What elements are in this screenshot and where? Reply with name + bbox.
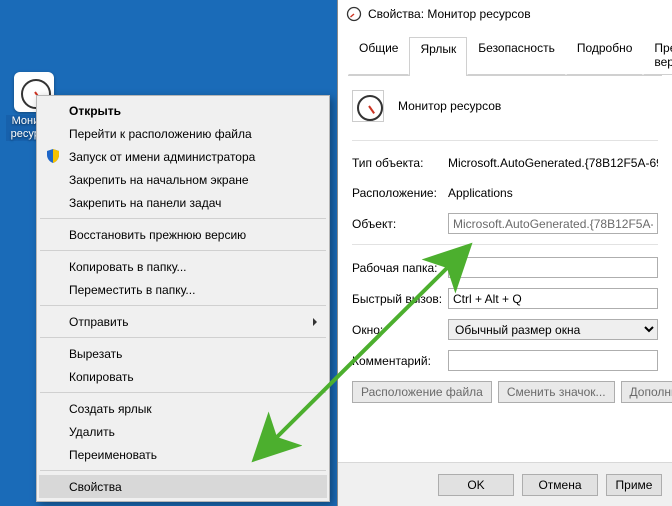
menu-create-shortcut[interactable]: Создать ярлык	[39, 397, 327, 420]
menu-run-as-admin[interactable]: Запуск от имени администратора	[39, 145, 327, 168]
gauge-icon	[346, 6, 362, 22]
hotkey-field[interactable]	[448, 288, 658, 309]
menu-open[interactable]: Открыть	[39, 99, 327, 122]
label-target: Объект:	[352, 217, 448, 231]
shortcut-name: Монитор ресурсов	[398, 99, 501, 113]
window-mode-select[interactable]: Обычный размер окна	[448, 319, 658, 340]
menu-separator	[40, 305, 326, 306]
shield-icon	[45, 148, 61, 164]
tab-general[interactable]: Общие	[348, 36, 409, 75]
menu-pin-taskbar[interactable]: Закрепить на панели задач	[39, 191, 327, 214]
change-icon-button[interactable]: Сменить значок...	[498, 381, 615, 403]
menu-separator	[40, 250, 326, 251]
menu-move-to[interactable]: Переместить в папку...	[39, 278, 327, 301]
menu-copy[interactable]: Копировать	[39, 365, 327, 388]
titlebar[interactable]: Свойства: Монитор ресурсов	[338, 0, 672, 28]
menu-separator	[40, 392, 326, 393]
menu-send-to[interactable]: Отправить	[39, 310, 327, 333]
menu-separator	[40, 470, 326, 471]
divider	[352, 244, 658, 245]
tab-shortcut[interactable]: Ярлык	[409, 37, 467, 76]
menu-delete[interactable]: Удалить	[39, 420, 327, 443]
menu-properties[interactable]: Свойства	[39, 475, 327, 498]
workdir-field[interactable]	[448, 257, 658, 278]
menu-open-location[interactable]: Перейти к расположению файла	[39, 122, 327, 145]
file-location-button[interactable]: Расположение файла	[352, 381, 492, 403]
label-location: Расположение:	[352, 186, 448, 200]
label-window: Окно:	[352, 323, 448, 337]
menu-copy-to[interactable]: Копировать в папку...	[39, 255, 327, 278]
menu-rename[interactable]: Переименовать	[39, 443, 327, 466]
menu-separator	[40, 337, 326, 338]
label-comment: Комментарий:	[352, 354, 448, 368]
value-object-type: Microsoft.AutoGenerated.{78B12F5A-699E-B…	[448, 156, 658, 170]
dialog-footer: OK Отмена Приме	[338, 462, 672, 506]
tab-security[interactable]: Безопасность	[467, 36, 566, 75]
target-field[interactable]	[448, 213, 658, 234]
menu-restore-previous[interactable]: Восстановить прежнюю версию	[39, 223, 327, 246]
properties-window: Свойства: Монитор ресурсов Общие Ярлык Б…	[337, 0, 672, 506]
tab-strip: Общие Ярлык Безопасность Подробно Предыд…	[348, 36, 662, 76]
menu-cut[interactable]: Вырезать	[39, 342, 327, 365]
context-menu: Открыть Перейти к расположению файла Зап…	[36, 95, 330, 502]
label-hotkey: Быстрый вызов:	[352, 292, 448, 306]
cancel-button[interactable]: Отмена	[522, 474, 598, 496]
advanced-button[interactable]: Дополнительно	[621, 381, 672, 403]
label-workdir: Рабочая папка:	[352, 261, 448, 275]
menu-separator	[40, 218, 326, 219]
tab-previous[interactable]: Предыдущие вер	[643, 36, 672, 75]
value-location: Applications	[448, 186, 513, 200]
comment-field[interactable]	[448, 350, 658, 371]
divider	[352, 140, 658, 141]
gauge-icon	[352, 90, 384, 122]
ok-button[interactable]: OK	[438, 474, 514, 496]
label-object-type: Тип объекта:	[352, 156, 448, 170]
menu-pin-start[interactable]: Закрепить на начальном экране	[39, 168, 327, 191]
window-title: Свойства: Монитор ресурсов	[368, 7, 531, 21]
tab-details[interactable]: Подробно	[566, 36, 644, 75]
apply-button[interactable]: Приме	[606, 474, 662, 496]
